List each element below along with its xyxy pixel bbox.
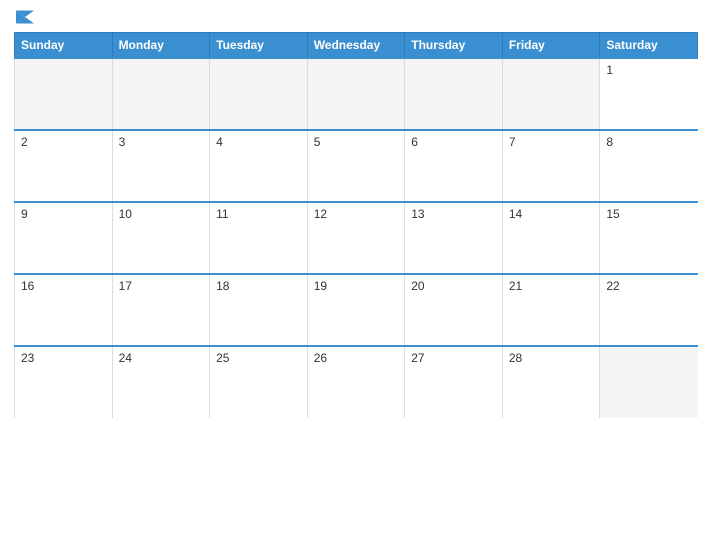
day-number: 27 <box>411 351 424 365</box>
calendar-cell: 9 <box>15 202 113 274</box>
calendar-cell: 26 <box>307 346 405 418</box>
day-number: 18 <box>216 279 229 293</box>
day-number: 17 <box>119 279 132 293</box>
logo <box>14 10 34 24</box>
calendar-cell: 3 <box>112 130 210 202</box>
day-number: 19 <box>314 279 327 293</box>
day-number: 26 <box>314 351 327 365</box>
week-row-4: 16 17 18 19 20 21 22 <box>15 274 698 346</box>
calendar-cell: 15 <box>600 202 698 274</box>
week-row-5: 23 24 25 26 27 28 <box>15 346 698 418</box>
day-number: 23 <box>21 351 34 365</box>
day-number: 13 <box>411 207 424 221</box>
calendar-cell: 6 <box>405 130 503 202</box>
day-number: 5 <box>314 135 321 149</box>
calendar-cell: 28 <box>502 346 600 418</box>
calendar-cell: 17 <box>112 274 210 346</box>
day-number: 16 <box>21 279 34 293</box>
calendar-cell <box>600 346 698 418</box>
calendar-cell: 22 <box>600 274 698 346</box>
calendar-cell: 20 <box>405 274 503 346</box>
day-number: 20 <box>411 279 424 293</box>
calendar-cell <box>112 58 210 130</box>
calendar-cell <box>15 58 113 130</box>
calendar-cell: 1 <box>600 58 698 130</box>
calendar-cell: 25 <box>210 346 308 418</box>
days-header-row: SundayMondayTuesdayWednesdayThursdayFrid… <box>15 33 698 59</box>
calendar-cell <box>307 58 405 130</box>
calendar-cell: 11 <box>210 202 308 274</box>
calendar-cell: 2 <box>15 130 113 202</box>
day-header-saturday: Saturday <box>600 33 698 59</box>
calendar-cell: 27 <box>405 346 503 418</box>
calendar-cell: 7 <box>502 130 600 202</box>
calendar-cell <box>210 58 308 130</box>
calendar-cell <box>502 58 600 130</box>
day-header-sunday: Sunday <box>15 33 113 59</box>
day-number: 22 <box>606 279 619 293</box>
day-header-wednesday: Wednesday <box>307 33 405 59</box>
week-row-1: 1 <box>15 58 698 130</box>
day-header-friday: Friday <box>502 33 600 59</box>
calendar-cell: 18 <box>210 274 308 346</box>
day-number: 4 <box>216 135 223 149</box>
calendar-cell: 21 <box>502 274 600 346</box>
day-number: 28 <box>509 351 522 365</box>
day-number: 11 <box>216 207 228 221</box>
calendar-cell: 5 <box>307 130 405 202</box>
day-number: 8 <box>606 135 613 149</box>
calendar-cell: 12 <box>307 202 405 274</box>
day-number: 25 <box>216 351 229 365</box>
day-number: 6 <box>411 135 418 149</box>
day-number: 14 <box>509 207 522 221</box>
day-header-monday: Monday <box>112 33 210 59</box>
day-number: 3 <box>119 135 126 149</box>
calendar-cell: 14 <box>502 202 600 274</box>
day-header-tuesday: Tuesday <box>210 33 308 59</box>
day-number: 15 <box>606 207 619 221</box>
day-number: 12 <box>314 207 327 221</box>
calendar-cell: 23 <box>15 346 113 418</box>
week-row-2: 2 3 4 5 6 7 8 <box>15 130 698 202</box>
calendar-cell: 24 <box>112 346 210 418</box>
logo-flag-icon <box>16 10 34 24</box>
day-number: 9 <box>21 207 28 221</box>
calendar-cell: 4 <box>210 130 308 202</box>
calendar-header <box>14 10 698 24</box>
calendar-cell: 19 <box>307 274 405 346</box>
calendar-cell <box>405 58 503 130</box>
day-number: 2 <box>21 135 28 149</box>
calendar-cell: 8 <box>600 130 698 202</box>
calendar-cell: 10 <box>112 202 210 274</box>
calendar-cell: 13 <box>405 202 503 274</box>
day-header-thursday: Thursday <box>405 33 503 59</box>
day-number: 7 <box>509 135 516 149</box>
day-number: 10 <box>119 207 132 221</box>
calendar-cell: 16 <box>15 274 113 346</box>
calendar-container: SundayMondayTuesdayWednesdayThursdayFrid… <box>0 0 712 550</box>
day-number: 24 <box>119 351 132 365</box>
calendar-table: SundayMondayTuesdayWednesdayThursdayFrid… <box>14 32 698 418</box>
week-row-3: 9 10 11 12 13 14 15 <box>15 202 698 274</box>
day-number: 21 <box>509 279 522 293</box>
day-number: 1 <box>606 63 613 77</box>
